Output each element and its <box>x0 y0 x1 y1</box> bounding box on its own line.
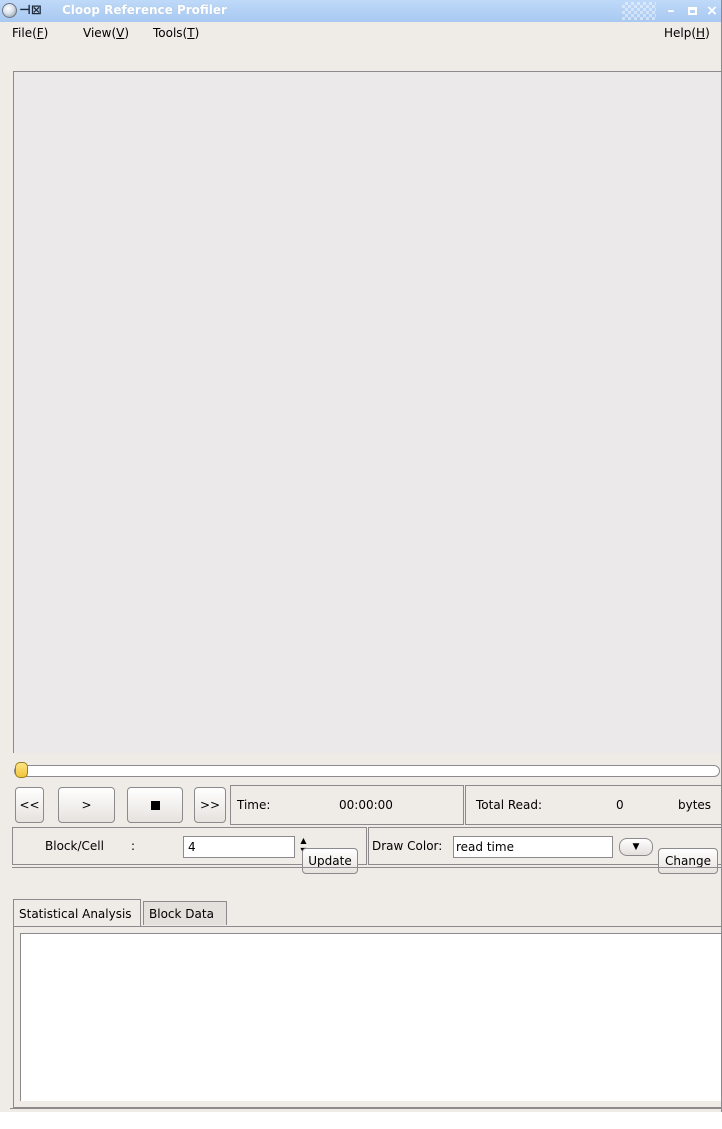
tab-panel <box>13 926 721 1108</box>
maximize-button[interactable] <box>683 2 701 20</box>
titlebar-decoration <box>622 2 656 20</box>
block-cell-label: Block/Cell <box>45 839 104 853</box>
stop-button[interactable] <box>127 787 183 823</box>
timeline-slider-track[interactable] <box>14 765 720 777</box>
maximize-icon <box>687 7 697 15</box>
analysis-output-area[interactable] <box>20 933 721 1101</box>
time-label: Time: <box>237 798 271 812</box>
change-button[interactable]: Change <box>658 848 718 874</box>
rewind-button[interactable]: << <box>15 787 44 823</box>
draw-color-combobox[interactable]: read time <box>453 836 613 858</box>
profile-canvas[interactable] <box>13 71 721 753</box>
title-bar[interactable]: ⊣⊠ Cloop Reference Profiler – × <box>0 0 721 22</box>
minimize-button[interactable]: – <box>662 2 680 20</box>
block-cell-spinbox[interactable]: 4 <box>183 836 295 858</box>
menu-view[interactable]: View(V) <box>83 26 129 40</box>
status-bar <box>10 1108 721 1112</box>
app-icon[interactable] <box>2 3 17 18</box>
total-read-label: Total Read: <box>476 798 543 812</box>
dropdown-arrow-icon[interactable]: ▼ <box>619 838 653 856</box>
tab-block-data[interactable]: Block Data <box>143 901 227 925</box>
time-display: Time: 00:00:00 <box>230 785 464 825</box>
tabs-separator <box>12 867 721 870</box>
stop-icon <box>150 800 160 810</box>
window-title: Cloop Reference Profiler <box>62 3 227 17</box>
tab-statistical-analysis[interactable]: Statistical Analysis <box>13 899 141 927</box>
draw-color-label: Draw Color: <box>372 839 443 853</box>
menu-tools[interactable]: Tools(T) <box>153 26 199 40</box>
main-window: ⊣⊠ Cloop Reference Profiler – × File(F) … <box>0 0 722 1112</box>
pin-icon[interactable]: ⊣⊠ <box>19 2 42 20</box>
block-cell-colon: : <box>131 839 136 853</box>
fast-forward-button[interactable]: >> <box>194 787 226 823</box>
update-button[interactable]: Update <box>302 848 358 874</box>
menu-help[interactable]: Help(H) <box>664 26 710 40</box>
play-button[interactable]: > <box>58 787 115 823</box>
timeline-slider-handle[interactable] <box>15 762 28 778</box>
time-value: 00:00:00 <box>339 798 393 812</box>
total-read-unit: bytes <box>678 798 712 812</box>
total-read-value: 0 <box>616 798 624 812</box>
total-read-display: Total Read: 0 bytes <box>465 785 721 825</box>
close-button[interactable]: × <box>703 2 721 20</box>
menu-file[interactable]: File(F) <box>12 26 48 40</box>
menu-bar: File(F) View(V) Tools(T) Help(H) <box>0 22 721 44</box>
